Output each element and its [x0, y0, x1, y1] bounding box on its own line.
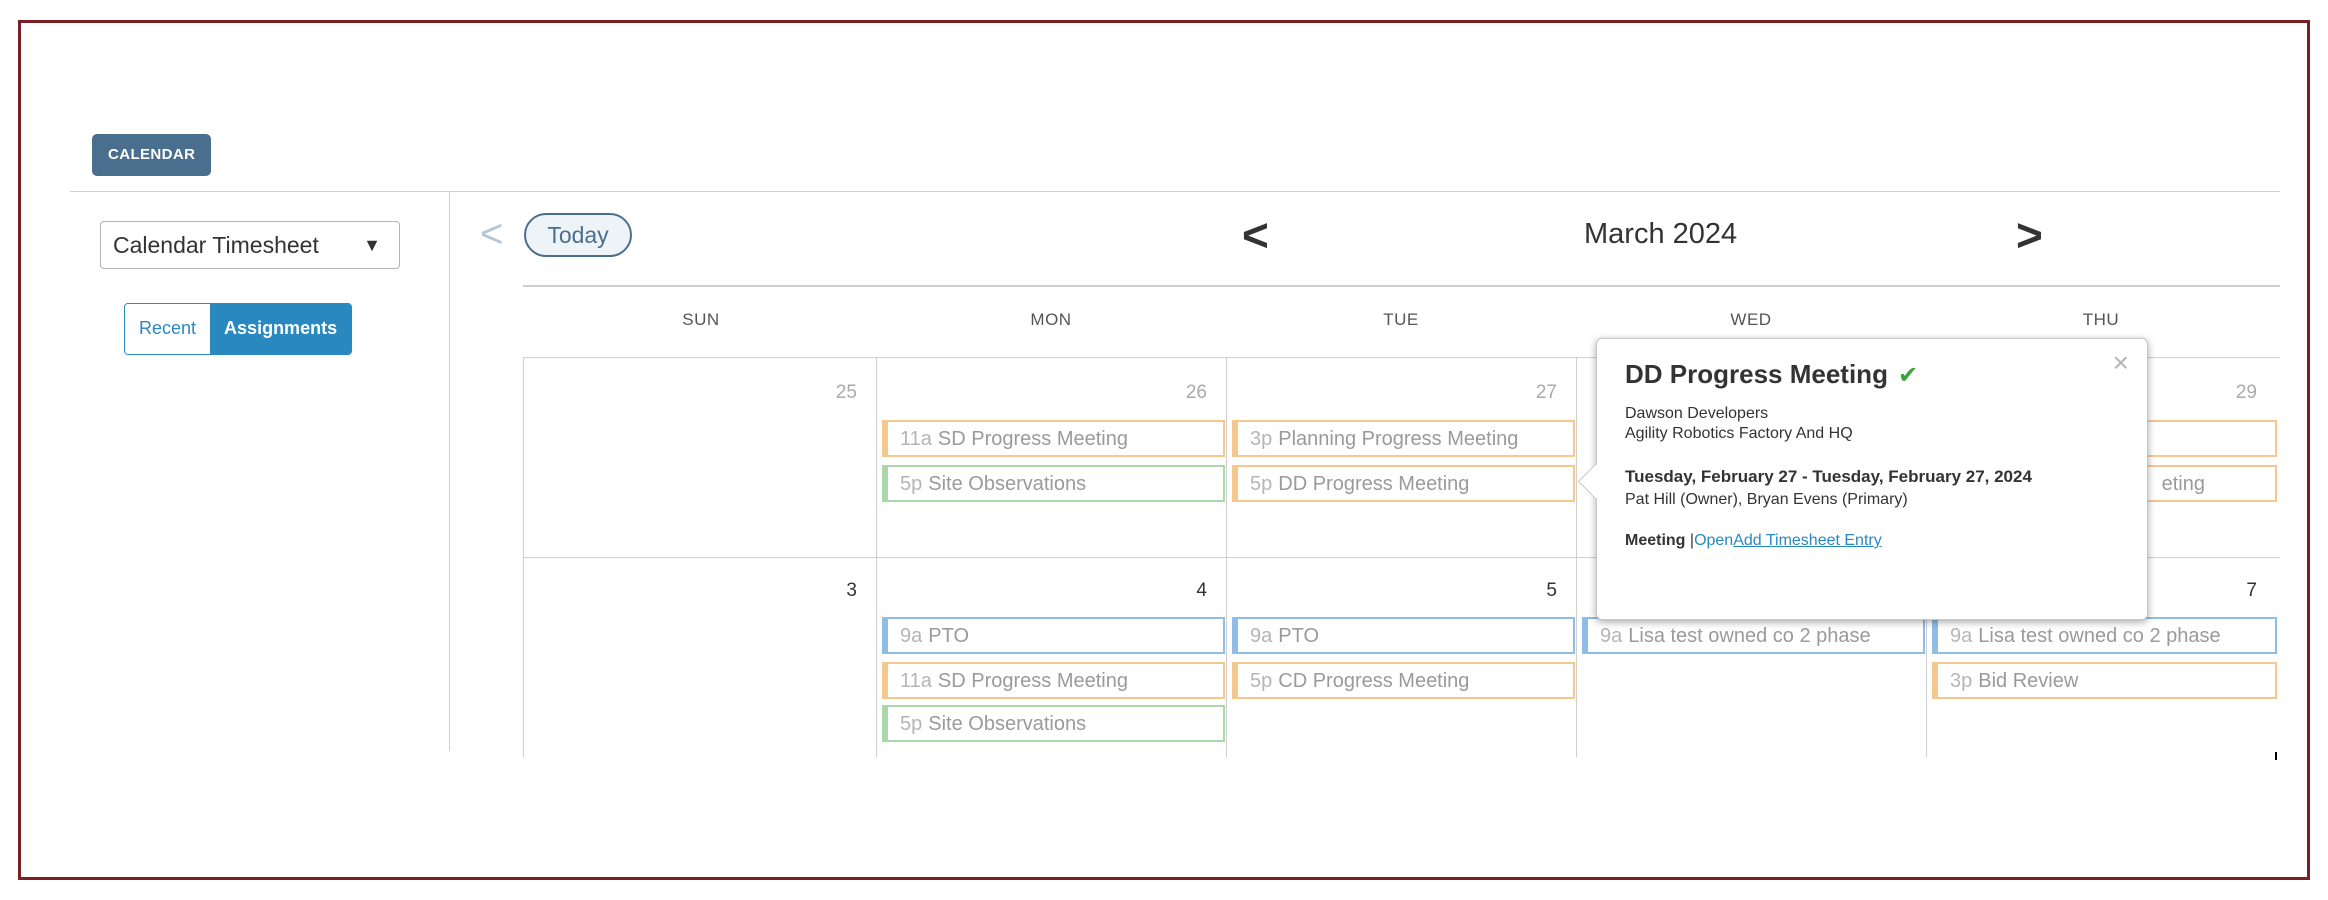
day-number: 5 [1546, 580, 1557, 601]
popup-people: Pat Hill (Owner), Bryan Evens (Primary) [1625, 491, 1908, 508]
calendar-event[interactable]: 3p Bid Review [1932, 662, 2277, 699]
calendar-event[interactable]: 5p CD Progress Meeting [1232, 662, 1575, 699]
calendar-event[interactable]: 9a PTO [1232, 617, 1575, 654]
event-title: Planning Progress Meeting [1278, 428, 1519, 450]
popup-dates: Tuesday, February 27 - Tuesday, February… [1625, 467, 2032, 486]
dow-sun: SUN [682, 310, 720, 329]
event-time: 9a [1950, 625, 1973, 647]
event-time: 9a [1250, 625, 1273, 647]
popup-company: Dawson Developers [1625, 405, 1769, 422]
event-time: 3p [1250, 428, 1273, 450]
calendar-event[interactable]: 9a PTO [882, 617, 1225, 654]
calendar-type-value: Calendar Timesheet [113, 232, 319, 258]
event-title: Lisa test owned co 2 phase [1978, 625, 2221, 647]
view-toggle: Recent Assignments [124, 303, 353, 355]
dow-thu: THU [2082, 310, 2120, 329]
dow-wed: WED [1730, 310, 1772, 329]
recent-toggle-button[interactable]: Recent [125, 304, 211, 354]
month-title: March 2024 [1584, 218, 1738, 250]
event-title: CD Progress Meeting [1278, 670, 1470, 692]
calendar-event[interactable]: 9a Lisa test owned co 2 phase [1932, 617, 2277, 654]
chevron-left-icon[interactable]: < [480, 212, 503, 257]
checkmark-icon: ✔ [1897, 362, 1919, 389]
open-link[interactable]: Open [1694, 532, 1733, 549]
day-number: 4 [1196, 580, 1207, 601]
day-number: 27 [1535, 382, 1557, 403]
event-title: Lisa test owned co 2 phase [1628, 625, 1871, 647]
event-time: 5p [1250, 473, 1273, 495]
day-number: 7 [2246, 580, 2257, 601]
text-cursor [2275, 752, 2277, 760]
calendar-tag: CALENDAR [92, 134, 212, 176]
event-title: eting [2161, 473, 2205, 495]
calendar-event[interactable]: 11a SD Progress Meeting [882, 662, 1225, 699]
calendar-type-select[interactable]: Calendar Timesheet ▼ [100, 221, 400, 269]
event-title: Site Observations [928, 473, 1087, 495]
event-time: 9a [900, 625, 923, 647]
event-time: 11a [900, 428, 932, 450]
calendar-event[interactable]: 11a SD Progress Meeting [882, 420, 1225, 457]
calendar-event[interactable]: 5p Site Observations [882, 465, 1225, 502]
day-number: 26 [1185, 382, 1207, 403]
toolbar-divider [523, 285, 2280, 287]
header-divider [70, 191, 2280, 192]
add-timesheet-entry-link[interactable]: Add Timesheet Entry [1733, 532, 1882, 549]
event-title: SD Progress Meeting [937, 670, 1128, 692]
triangle-down-icon: ▼ [363, 235, 381, 255]
chevron-left-icon[interactable]: < [1242, 208, 1269, 262]
event-time: 11a [900, 670, 932, 692]
day-number: 29 [2235, 382, 2257, 403]
event-title: SD Progress Meeting [937, 428, 1128, 450]
popup-type: Meeting [1625, 532, 1686, 549]
event-time: 5p [1250, 670, 1273, 692]
today-button[interactable]: Today [524, 213, 632, 257]
sidebar-divider [449, 191, 450, 751]
dow-mon: MON [1030, 310, 1072, 329]
close-icon[interactable]: × [2113, 347, 2129, 379]
event-time: 9a [1600, 625, 1623, 647]
event-title: Bid Review [1978, 670, 2079, 692]
event-title: PTO [928, 625, 970, 647]
assignments-toggle-button[interactable]: Assignments [210, 304, 352, 354]
popup-separator: | [1685, 532, 1695, 549]
event-time: 5p [900, 473, 923, 495]
popup-footer: Meeting |OpenAdd Timesheet Entry [1625, 532, 2119, 550]
event-time: 5p [900, 713, 923, 735]
calendar-event[interactable]: 5p Site Observations [882, 705, 1225, 742]
popup-title: DD Progress Meeting [1625, 359, 1888, 389]
popup-project: Agility Robotics Factory And HQ [1625, 425, 1853, 442]
day-number: 25 [835, 382, 857, 403]
day-number: 3 [846, 580, 857, 601]
event-title: DD Progress Meeting [1278, 473, 1470, 495]
event-title: Site Observations [928, 713, 1087, 735]
chevron-right-icon[interactable]: > [2016, 208, 2043, 262]
calendar-event[interactable]: 9a Lisa test owned co 2 phase [1582, 617, 1925, 654]
dow-tue: TUE [1383, 310, 1419, 329]
calendar-event[interactable]: 5p DD Progress Meeting [1232, 465, 1575, 502]
event-details-popup: × DD Progress Meeting ✔ Dawson Developers… [1577, 338, 2148, 620]
event-time: 3p [1950, 670, 1973, 692]
event-title: PTO [1278, 625, 1320, 647]
calendar-event[interactable]: 3p Planning Progress Meeting [1232, 420, 1575, 457]
